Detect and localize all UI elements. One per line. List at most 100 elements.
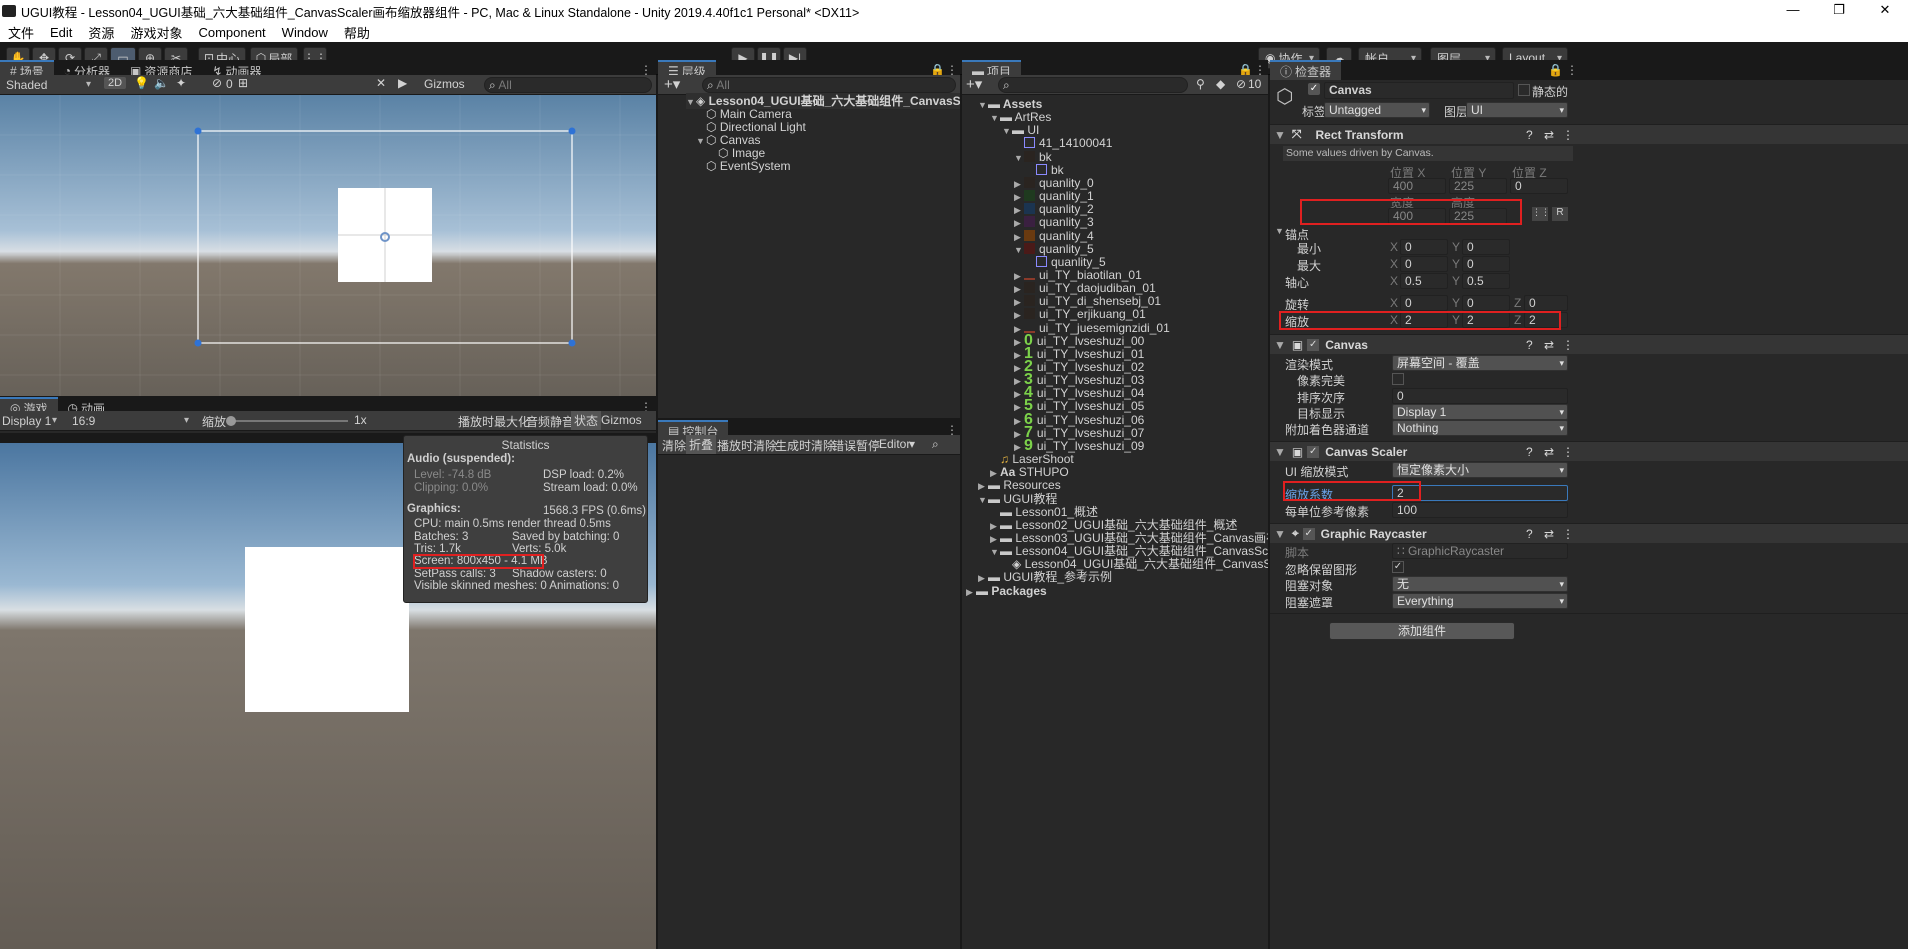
help-icon[interactable]: ? [1526,445,1533,459]
aspect-dropdown[interactable]: 16:9 [66,412,194,429]
search-by-label-icon[interactable]: ◆ [1216,77,1225,91]
preset-icon[interactable]: ⇄ [1544,445,1554,459]
expand-arrow-icon[interactable]: ▼ [1002,123,1012,139]
blocking-objects-dropdown[interactable]: 无 [1392,576,1568,592]
blueprint-mode-icon[interactable]: ⋮⋮ [1532,207,1550,221]
scene-viewport[interactable] [0,95,656,396]
mute-audio-toggle[interactable]: 音频静音 [526,413,574,430]
console-error-pause-toggle[interactable]: 错误暂停 [832,437,880,454]
hidden-packages-icon[interactable]: ⊘ [1236,77,1246,91]
shading-dropdown[interactable]: Shaded [0,76,96,93]
help-icon[interactable]: ? [1526,128,1533,142]
menu-edit[interactable]: Edit [42,25,80,40]
project-search-input[interactable]: ⌕ [998,77,1188,93]
raycaster-enabled-checkbox[interactable]: ✓ [1302,527,1315,540]
rotation-x-field[interactable]: 0 [1400,295,1448,311]
scale-slider[interactable] [226,416,348,426]
console-search-icon[interactable]: ⌕ [932,437,939,452]
expand-arrow-icon[interactable]: ▶ [966,584,976,600]
toggle-2d[interactable]: 2D [104,77,127,89]
target-display-dropdown[interactable]: Display 1 [1392,404,1568,420]
gizmos-dropdown[interactable]: Gizmos [424,77,465,91]
anchor-max-y-field[interactable]: 0 [1462,256,1510,272]
canvas-component-header[interactable]: ▼ ▣ ✓ Canvas ? ⇄ ⋮ [1270,334,1908,354]
scene-search-input[interactable]: ⌕ All [484,77,652,93]
anchor-max-x-field[interactable]: 0 [1400,256,1448,272]
canvas-scaler-enabled-checkbox[interactable]: ✓ [1307,445,1320,458]
component-menu-icon[interactable]: ⋮ [1562,128,1574,142]
menu-window[interactable]: Window [274,25,336,40]
menu-help[interactable]: 帮助 [336,23,378,42]
console-clear-button[interactable]: 清除 [662,437,686,454]
active-checkbox[interactable]: ✓ [1308,83,1320,95]
rotation-y-field[interactable]: 0 [1462,295,1510,311]
inspector-lock-icon[interactable]: 🔒 [1548,63,1563,77]
search-by-type-icon[interactable]: ⚲ [1196,77,1205,91]
tools-icon[interactable]: ✕ [376,76,386,90]
pos-y-field[interactable]: 225 [1449,178,1507,194]
anchor-min-y-field[interactable]: 0 [1462,239,1510,255]
ref-ppu-field[interactable]: 100 [1392,502,1568,518]
menu-assets[interactable]: 资源 [80,23,122,42]
menu-file[interactable]: 文件 [0,23,42,42]
pos-x-field[interactable]: 400 [1388,178,1446,194]
pivot-y-field[interactable]: 0.5 [1462,273,1510,289]
script-field[interactable]: ∷ GraphicRaycaster [1392,543,1568,559]
minimize-button[interactable]: — [1770,0,1816,22]
sort-order-field[interactable]: 0 [1392,388,1568,404]
component-menu-icon[interactable]: ⋮ [1562,527,1574,541]
game-gizmos-dropdown[interactable]: Gizmos [601,413,642,427]
pixel-perfect-checkbox[interactable] [1392,373,1404,385]
project-add-button[interactable]: +▾ [966,75,982,93]
canvas-scaler-header[interactable]: ▼ ▣ ✓ Canvas Scaler ? ⇄ ⋮ [1270,441,1908,461]
render-mode-dropdown[interactable]: 屏幕空间 - 覆盖 [1392,355,1568,371]
menu-gameobject[interactable]: 游戏对象 [122,23,190,42]
expand-arrow-icon[interactable]: ▼ [1014,150,1024,166]
graphic-raycaster-header[interactable]: ▼ ⌖ ✓ Graphic Raycaster ? ⇄ ⋮ [1270,523,1908,543]
hierarchy-search-input[interactable]: ⌕ All [702,77,956,93]
expand-arrow-icon[interactable]: ▼ [978,492,988,508]
console-editor-dropdown[interactable]: Editor [879,437,910,451]
blocking-mask-dropdown[interactable]: Everything [1392,593,1568,609]
ignore-reversed-checkbox[interactable]: ✓ [1392,561,1404,573]
display-dropdown[interactable]: Display 1 [0,412,62,429]
component-menu-icon[interactable]: ⋮ [1562,445,1574,459]
lighting-icon[interactable]: 💡 [134,76,149,90]
camera-icon[interactable]: ▶ [398,76,407,90]
grid-icon[interactable]: ⊞ [238,76,248,90]
inspector-menu-icon[interactable]: ⋮ [1566,63,1578,77]
preset-icon[interactable]: ⇄ [1544,527,1554,541]
raw-edit-button[interactable]: R [1552,207,1568,221]
ui-scale-mode-dropdown[interactable]: 恒定像素大小 [1392,462,1568,478]
preset-icon[interactable]: ⇄ [1544,338,1554,352]
hidden-objects-icon[interactable]: ⊘ [212,76,222,90]
console-clear-on-play-toggle[interactable]: 播放时清除 [717,437,777,454]
maximize-button[interactable]: ❐ [1816,0,1862,22]
shader-channels-dropdown[interactable]: Nothing [1392,420,1568,436]
pos-z-field[interactable]: 0 [1510,178,1568,194]
stats-toggle[interactable]: 状态 [571,411,602,430]
tab-inspector[interactable]: ⓘ 检查器 [1270,60,1342,80]
expand-arrow-icon[interactable]: ▼ [990,110,1000,126]
help-icon[interactable]: ? [1526,338,1533,352]
menu-component[interactable]: Component [190,25,273,40]
effects-icon[interactable]: ✦ [176,76,186,90]
gameobject-name-field[interactable]: Canvas [1324,82,1514,99]
expand-arrow-icon[interactable]: ▼ [1014,242,1024,258]
project-item[interactable]: ▶ ▬ Packages [966,583,1047,599]
tag-dropdown[interactable]: Untagged [1324,102,1430,118]
rotation-z-field[interactable]: 0 [1524,295,1568,311]
canvas-enabled-checkbox[interactable]: ✓ [1307,338,1320,351]
pivot-x-field[interactable]: 0.5 [1400,273,1448,289]
audio-icon[interactable]: 🔈 [154,76,169,90]
close-button[interactable]: ✕ [1862,0,1908,22]
console-collapse-toggle[interactable]: 折叠 [686,435,717,454]
maximize-on-play-toggle[interactable]: 播放时最大化 [458,413,530,430]
rect-transform-header[interactable]: ▼ ⤧ Rect Transform ? ⇄ ⋮ [1270,124,1908,144]
hierarchy-add-button[interactable]: +▾ [664,75,680,93]
expand-arrow-icon[interactable]: ▼ [990,544,1000,560]
preset-icon[interactable]: ⇄ [1544,128,1554,142]
layer-dropdown[interactable]: UI [1466,102,1568,118]
expand-arrow-icon[interactable]: ▼ [978,97,988,113]
static-checkbox[interactable] [1518,84,1530,96]
